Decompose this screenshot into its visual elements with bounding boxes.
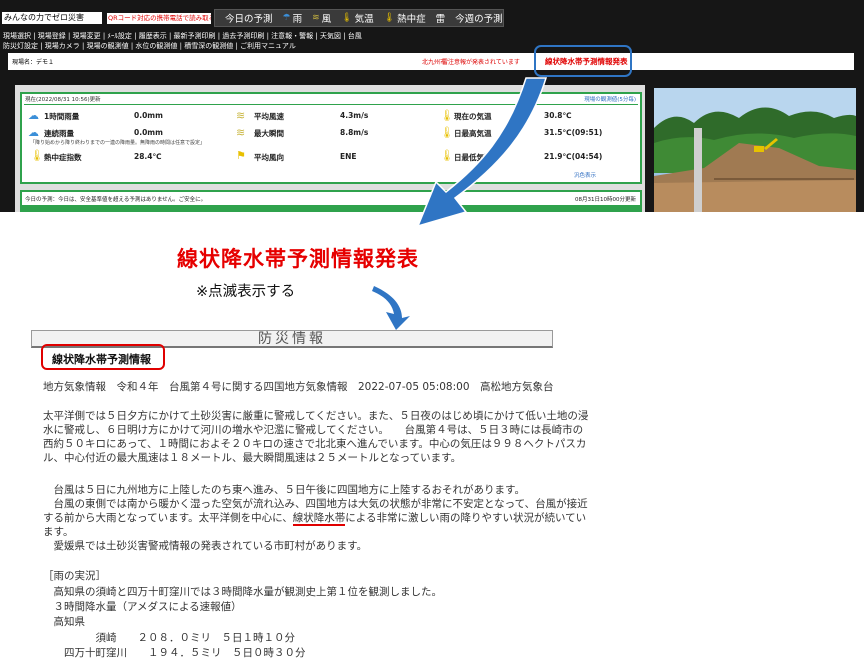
observation-link[interactable]: 現場の観測値(5分毎) xyxy=(584,95,636,103)
notice-highlight-box xyxy=(534,45,632,77)
site-name: 現場名：デモ１ xyxy=(12,59,55,66)
doc-line: 西約５０キロにあって、１時間におよそ２０キロの速さで北北東へ進んでいます。中心の… xyxy=(43,438,587,450)
thermometer-icon: 🌡 xyxy=(341,13,353,23)
heat-index-value: 28.4℃ xyxy=(134,152,162,161)
section-title: 線状降水帯予測情報 xyxy=(52,353,151,366)
weather-app-screenshot: みんなの力でゼロ災害 QRコード対応の携帯電話で読み取る... 今日の予測 ☂ 雨… xyxy=(0,0,864,212)
heatstroke-icon: 🌡 xyxy=(30,149,44,162)
rain-1h-value: 0.0mm xyxy=(134,111,163,120)
doc-line: 高知県の須崎と四万十町窪川では３時間降水量が観測史上第１位を観測しました。 xyxy=(43,586,442,598)
doc-line: 台風の東側では南から暖かく湿った空気が流れ込み、四国地方は大気の状態が非常に不安… xyxy=(43,498,588,510)
menu-row-2[interactable]: 防災灯設定 | 現場カメラ | 現場の観測値 | 水位の観測値 | 積雪深の観測… xyxy=(3,41,296,51)
doc-line: 水に警戒し、６日明け方にかけて河川の増水や氾濫に警戒してください。 台風第４号は… xyxy=(43,424,584,436)
doc-line: 地方気象情報 令和４年 台風第４号に関する四国地方気象情報 2022-07-05… xyxy=(43,381,554,393)
site-camera-image[interactable] xyxy=(654,88,856,212)
wind-dir-label: 平均風向 xyxy=(254,153,284,162)
heatstroke-icon: 🌡 xyxy=(383,13,396,23)
doc-line: 高知県 xyxy=(43,616,85,628)
warning-text[interactable]: 雷注意報が発表されています xyxy=(442,57,520,66)
temp-low-label: 日最低気温 xyxy=(454,153,492,162)
nav-thunder[interactable]: 雷 xyxy=(436,11,446,25)
nav-wind[interactable]: ≋ 風 xyxy=(312,11,331,25)
nav-today[interactable]: 今日の予測 xyxy=(225,11,273,25)
doc-line-rainband: する前から大雨となっています。太平洋側を中心に、線状降水帯による非常に激しい雨の… xyxy=(43,512,587,526)
wind-icon: ≋ xyxy=(312,13,320,23)
temp-low-value: 21.9℃(04:54) xyxy=(544,152,603,161)
wind-icon: ≋ xyxy=(236,126,246,139)
blink-display-note: ※点滅表示する xyxy=(196,284,296,300)
forecast-nav: 今日の予測 ☂ 雨 ≋ 風 🌡 気温 🌡 熱中症 雷 今週の予測 xyxy=(214,9,504,27)
temp-high-label: 日最高気温 xyxy=(454,129,492,138)
nav-temperature[interactable]: 🌡 気温 xyxy=(341,11,373,25)
doc-line: 四万十町窪川 １９４．５ミリ ５日０時３０分 xyxy=(43,647,306,659)
camera-scene xyxy=(654,88,856,212)
rain-cont-value: 0.0mm xyxy=(134,128,163,137)
divider xyxy=(24,104,638,105)
wind-avg-value: 4.3m/s xyxy=(340,111,369,120)
app-logo-text: みんなの力でゼロ災害 xyxy=(2,12,102,24)
thermometer-icon: 🌡 xyxy=(440,126,454,139)
color-display-link[interactable]: 汎色表示 xyxy=(574,171,596,179)
rain-cont-label: 連続雨量 xyxy=(44,129,74,138)
thermometer-icon: 🌡 xyxy=(440,149,454,162)
heat-index-label: 熱中症指数 xyxy=(44,153,82,162)
wind-avg-label: 平均風速 xyxy=(254,112,284,121)
wind-dir-value: ENE xyxy=(340,152,357,161)
observation-panel: 現在(2022/08/31 10:56)更新 現場の観測値(5分毎) ☁ 1時間… xyxy=(20,92,642,184)
temp-high-value: 31.5℃(09:51) xyxy=(544,128,603,137)
umbrella-icon: ☂ xyxy=(282,13,291,23)
thermometer-icon: 🌡 xyxy=(440,109,454,122)
doc-line: 須崎 ２０８．０ミリ ５日１時１０分 xyxy=(43,632,295,644)
forecast-timeline-bar xyxy=(22,205,640,210)
wind-icon: ≋ xyxy=(236,109,246,122)
wind-max-value: 8.8m/s xyxy=(340,128,369,137)
nav-rain[interactable]: ☂ 雨 xyxy=(283,11,303,25)
qr-code-note[interactable]: QRコード対応の携帯電話で読み取る... xyxy=(107,13,211,24)
nav-heatstroke[interactable]: 🌡 熱中症 xyxy=(384,11,426,25)
rainband-announcement-title: 線状降水帯予測情報発表 xyxy=(177,247,419,271)
observation-updated: 現在(2022/08/31 10:56)更新 xyxy=(25,97,101,103)
doc-line: ます。 xyxy=(43,526,74,538)
rain-cont-note: 「降り始めから降り終わりまでの一連の降雨量。無降雨の時間は任意で設定」 xyxy=(30,140,206,146)
rainband-keyword: 線状降水帯 xyxy=(292,512,346,526)
doc-line: ［雨の実況］ xyxy=(43,570,106,582)
location-bar: 現場名：デモ１ 北九州市 雷注意報が発表されています 線状降水帯予測情報発表 xyxy=(8,53,854,70)
doc-line: ３時間降水量（アメダスによる速報値） xyxy=(43,601,242,613)
forecast-text: 今日の予測：今日は、安全基準値を超える予測はありません。ご安全に。 xyxy=(25,197,207,203)
wind-direction-flag-icon: ⚑ xyxy=(236,149,246,162)
doc-line: 台風は５日に九州地方に上陸したのち東へ進み、５日午後に四国地方に上陸するおそれが… xyxy=(43,484,525,496)
temp-now-label: 現在の気温 xyxy=(454,112,492,121)
forecast-panel: 今日の予測：今日は、安全基準値を超える予測はありません。ご安全に。 08月31日… xyxy=(20,190,642,212)
doc-line: 太平洋側では５日夕方にかけて土砂災害に厳重に警戒してください。また、５日夜のはじ… xyxy=(43,410,589,422)
rain-1h-label: 1時間雨量 xyxy=(44,112,80,121)
forecast-updated: 08月31日10時00分更新 xyxy=(575,197,636,203)
menu-row-1[interactable]: 現場選択 | 現場登録 | 現場変更 | ﾒｰﾙ設定 | 履歴表示 | 最新予測… xyxy=(3,31,362,41)
wind-max-label: 最大瞬間 xyxy=(254,129,284,138)
doc-line: ル、中心付近の最大風速は１８メートル、最大瞬間風速は２５メートルとなっています。 xyxy=(43,452,462,464)
nav-weekly[interactable]: 今週の予測 xyxy=(455,11,503,25)
doc-line: 愛媛県では土砂災害警戒情報の発表されている市町村があります。 xyxy=(43,540,368,552)
temp-now-value: 30.8℃ xyxy=(544,111,572,120)
rain-cloud-icon: ☁ xyxy=(28,109,39,122)
rain-cloud-icon: ☁ xyxy=(28,126,39,139)
